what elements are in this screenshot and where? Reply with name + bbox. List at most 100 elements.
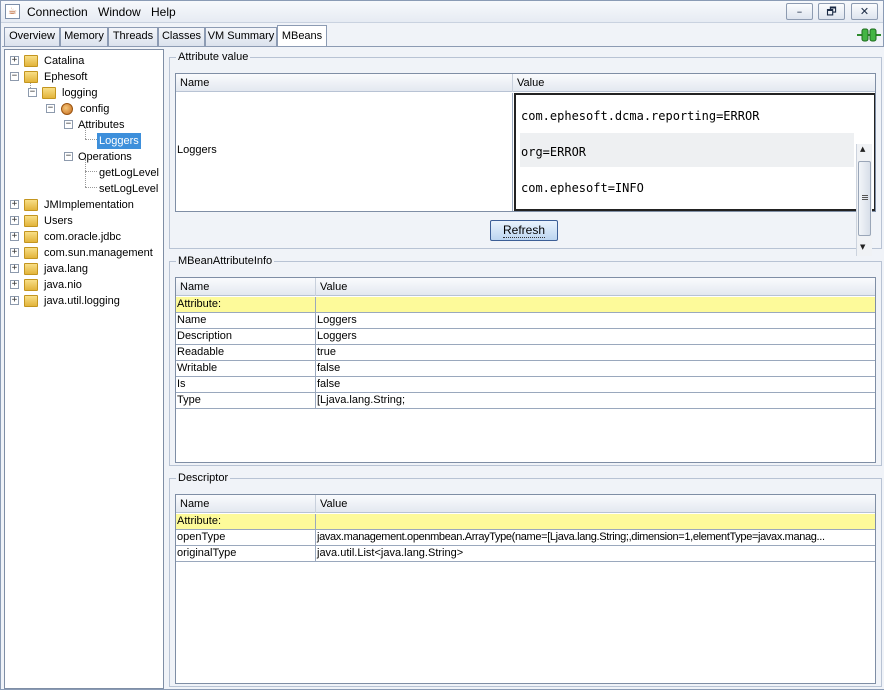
table-row[interactable]: Description Loggers <box>176 329 875 345</box>
column-header-name[interactable]: Name <box>176 495 316 513</box>
value-list-scrollbar[interactable]: ▲ ▼ <box>856 144 872 256</box>
tree-node-operations[interactable]: − Operations <box>63 149 158 165</box>
tree-node-java-util-logging[interactable]: + java.util.logging <box>9 293 159 309</box>
folder-icon <box>24 231 38 243</box>
java-app-icon: ☕ <box>5 4 20 19</box>
tree-label: com.sun.management <box>44 247 153 259</box>
cell-value <box>316 297 875 313</box>
grip-line <box>862 199 868 200</box>
tree-node-attributes[interactable]: − Attributes <box>63 117 158 133</box>
tree-node-java-nio[interactable]: + java.nio <box>9 277 159 293</box>
column-header-value[interactable]: Value <box>316 495 875 513</box>
list-item[interactable]: com.ephesoft.dcma.reporting=ERROR <box>521 109 759 123</box>
collapse-icon[interactable]: − <box>64 152 73 161</box>
tab-memory[interactable]: Memory <box>60 27 108 46</box>
tab-classes[interactable]: Classes <box>158 27 205 46</box>
cell-name: Attribute: <box>176 297 316 313</box>
descriptor-table: Name Value Attribute: openType javax.man… <box>175 494 876 684</box>
tree-label: config <box>80 103 110 115</box>
cell-value: java.util.List<java.lang.String> <box>317 547 464 559</box>
tree-node-loggers[interactable]: Loggers <box>97 133 141 149</box>
folder-icon <box>24 215 38 227</box>
cell-value: false <box>317 378 341 390</box>
column-header-name[interactable]: Name <box>176 74 513 92</box>
collapse-icon[interactable]: − <box>46 104 55 113</box>
close-button[interactable]: ✕ <box>851 3 878 20</box>
folder-icon <box>24 279 38 291</box>
tree-node-config[interactable]: − config <box>45 101 160 117</box>
mbean-icon <box>61 103 73 115</box>
tree-node-users[interactable]: + Users <box>9 213 159 229</box>
cell-value: [Ljava.lang.String; <box>317 394 406 406</box>
table-row[interactable]: originalType java.util.List<java.lang.St… <box>176 546 875 562</box>
menu-window[interactable]: Window <box>98 5 141 19</box>
table-row[interactable]: Writable false <box>176 361 875 377</box>
mbean-attribute-info-title: MBeanAttributeInfo <box>176 255 275 267</box>
refresh-label: Refresh <box>502 223 546 238</box>
list-item[interactable]: org=ERROR <box>521 145 586 159</box>
tree-label: getLogLevel <box>99 167 159 179</box>
mbean-attribute-info-table: Name Value Attribute: Name Loggers Descr… <box>175 277 876 463</box>
collapse-icon[interactable]: − <box>10 72 19 81</box>
scroll-down-arrow[interactable]: ▼ <box>860 243 865 251</box>
tab-overview[interactable]: Overview <box>4 27 60 46</box>
column-header-name[interactable]: Name <box>176 278 316 296</box>
menu-help[interactable]: Help <box>151 5 176 19</box>
menu-connection[interactable]: Connection <box>27 5 88 19</box>
tab-threads[interactable]: Threads <box>108 27 158 46</box>
tree-node-getloglevel[interactable]: getLogLevel <box>99 165 163 181</box>
cell-value: javax.management.openmbean.ArrayType(nam… <box>317 531 825 543</box>
table-row[interactable]: Is false <box>176 377 875 393</box>
collapse-icon[interactable]: − <box>28 88 37 97</box>
table-row-section[interactable]: Attribute: <box>176 514 875 530</box>
tree-label: com.oracle.jdbc <box>44 231 122 243</box>
connection-status-icon[interactable] <box>857 28 881 42</box>
cell-value: true <box>317 346 336 358</box>
tree-node-setloglevel[interactable]: setLogLevel <box>99 181 163 197</box>
attribute-value-list[interactable]: com.ephesoft.dcma.reporting=ERROR org=ER… <box>514 93 875 211</box>
tree-label: Catalina <box>44 55 85 67</box>
tree-node-logging[interactable]: − logging <box>27 85 157 101</box>
refresh-button[interactable]: Refresh <box>490 220 558 241</box>
tree-node-ephesoft[interactable]: − Ephesoft <box>9 69 159 85</box>
mbean-tree[interactable]: + Catalina − Ephesoft − logging − config <box>4 49 164 689</box>
table-row-section[interactable]: Attribute: <box>176 297 875 313</box>
scroll-thumb[interactable] <box>858 161 871 236</box>
expand-icon[interactable]: + <box>10 296 19 305</box>
table-row[interactable]: openType javax.management.openmbean.Arra… <box>176 530 875 546</box>
folder-icon <box>24 71 38 83</box>
expand-icon[interactable]: + <box>10 280 19 289</box>
table-row[interactable]: Type [Ljava.lang.String; <box>176 393 875 409</box>
list-item[interactable]: com.ephesoft=INFO <box>521 181 644 195</box>
expand-icon[interactable]: + <box>10 264 19 273</box>
table-row[interactable]: Readable true <box>176 345 875 361</box>
tree-node-com-sun-management[interactable]: + com.sun.management <box>9 245 159 261</box>
expand-icon[interactable]: + <box>10 56 19 65</box>
scroll-up-arrow[interactable]: ▲ <box>860 145 865 153</box>
cell-name: Is <box>176 377 316 393</box>
tree-label-selected: Loggers <box>97 133 141 149</box>
folder-icon <box>24 263 38 275</box>
tab-vm-summary[interactable]: VM Summary <box>205 27 277 46</box>
folder-icon <box>24 247 38 259</box>
minimize-button[interactable]: – <box>786 3 813 20</box>
expand-icon[interactable]: + <box>10 232 19 241</box>
tree-label: java.nio <box>44 279 82 291</box>
tree-node-com-oracle-jdbc[interactable]: + com.oracle.jdbc <box>9 229 159 245</box>
column-header-value[interactable]: Value <box>513 74 875 92</box>
cell-name: Readable <box>176 345 316 361</box>
expand-icon[interactable]: + <box>10 248 19 257</box>
tree-node-java-lang[interactable]: + java.lang <box>9 261 159 277</box>
table-row[interactable]: Name Loggers <box>176 313 875 329</box>
expand-icon[interactable]: + <box>10 216 19 225</box>
tab-mbeans[interactable]: MBeans <box>277 25 327 47</box>
collapse-icon[interactable]: − <box>64 120 73 129</box>
tree-node-jmimplementation[interactable]: + JMImplementation <box>9 197 159 213</box>
tree-node-catalina[interactable]: + Catalina <box>9 53 159 69</box>
column-header-value[interactable]: Value <box>316 278 875 296</box>
attribute-value-title: Attribute value <box>176 51 251 63</box>
tree-label: Operations <box>78 151 132 163</box>
expand-icon[interactable]: + <box>10 200 19 209</box>
restore-button[interactable]: 🗗 <box>818 3 845 20</box>
tree-label: logging <box>62 87 98 99</box>
